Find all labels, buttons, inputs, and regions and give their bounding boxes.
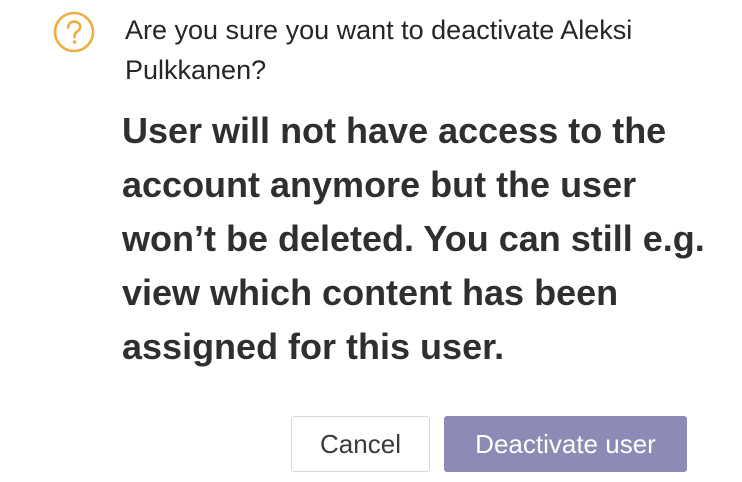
cancel-button[interactable]: Cancel	[291, 416, 430, 472]
deactivate-user-button[interactable]: Deactivate user	[444, 416, 687, 472]
dialog-message: User will not have access to the account…	[122, 110, 705, 367]
deactivate-user-dialog: Are you sure you want to deactivate Alek…	[0, 0, 742, 482]
dialog-title: Are you sure you want to deactivate Alek…	[125, 15, 633, 85]
question-circle-icon	[53, 11, 95, 53]
